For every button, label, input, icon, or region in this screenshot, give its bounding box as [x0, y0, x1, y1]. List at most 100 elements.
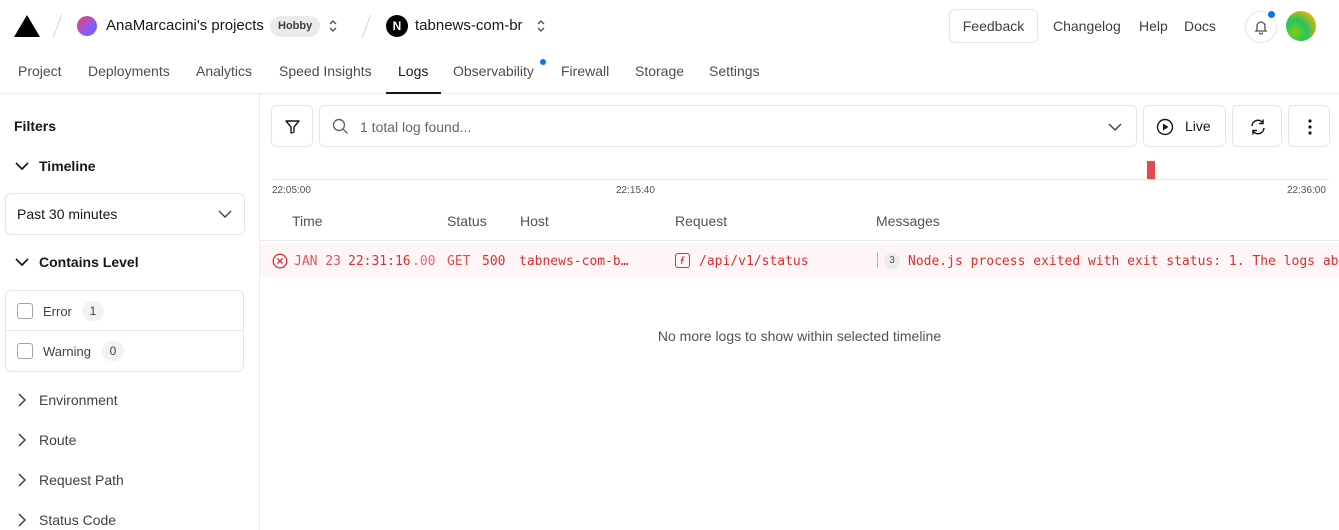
- tab-deployments[interactable]: Deployments: [88, 63, 170, 79]
- table-divider: [260, 240, 1339, 241]
- chevron-right-icon: [18, 393, 27, 407]
- level-count-badge: 0: [102, 341, 124, 361]
- log-search-input[interactable]: 1 total log found...: [319, 105, 1137, 147]
- timeline-select-value: Past 30 minutes: [17, 206, 118, 222]
- log-request-path: /api/v1/status: [699, 254, 809, 269]
- play-circle-icon: [1156, 118, 1174, 136]
- team-name[interactable]: AnaMarcacini's projects: [106, 17, 264, 34]
- more-options-button[interactable]: [1288, 105, 1330, 147]
- breadcrumb-separator: [361, 14, 372, 38]
- tab-storage[interactable]: Storage: [635, 63, 684, 79]
- feedback-button[interactable]: Feedback: [949, 9, 1038, 43]
- timeline-tick: 22:15:40: [616, 185, 655, 196]
- timeline-section-toggle[interactable]: Timeline: [14, 158, 96, 174]
- level-row-warning[interactable]: Warning 0: [6, 331, 243, 371]
- chevron-down-icon: [15, 162, 29, 171]
- request-path-section-toggle[interactable]: Request Path: [14, 472, 124, 488]
- project-name[interactable]: tabnews-com-br: [415, 17, 523, 34]
- section-label: Status Code: [39, 512, 117, 528]
- section-label: Route: [39, 432, 77, 448]
- filters-sidebar: Filters Timeline Past 30 minutes Contain…: [0, 94, 260, 530]
- log-date: JAN 23: [294, 254, 341, 269]
- refresh-button[interactable]: [1232, 105, 1282, 147]
- column-time: Time: [292, 213, 323, 229]
- timeline-log-bar[interactable]: [1147, 161, 1155, 179]
- column-host: Host: [520, 213, 549, 229]
- chevron-right-icon: [18, 473, 27, 487]
- log-method: GET: [447, 254, 471, 269]
- column-request: Request: [675, 213, 728, 229]
- filter-toggle-button[interactable]: [271, 105, 313, 147]
- status-code-section-toggle[interactable]: Status Code: [14, 512, 116, 528]
- level-row-error[interactable]: Error 1: [6, 291, 243, 331]
- level-count-badge: 1: [82, 301, 104, 321]
- message-count-badge: 3: [884, 253, 900, 269]
- project-switcher-chevron-icon[interactable]: [534, 19, 548, 33]
- chevron-down-icon[interactable]: [1108, 120, 1122, 134]
- section-label: Environment: [39, 392, 118, 408]
- tab-settings[interactable]: Settings: [709, 63, 760, 79]
- chevron-down-icon: [15, 258, 29, 267]
- top-bar: AnaMarcacini's projects Hobby N tabnews-…: [0, 0, 1339, 52]
- no-more-logs-message: No more logs to show within selected tim…: [657, 328, 942, 344]
- log-message: Node.js process exited with exit status:…: [908, 254, 1339, 269]
- team-avatar[interactable]: [77, 16, 97, 36]
- vercel-logo-icon[interactable]: [14, 15, 40, 37]
- function-icon: [675, 253, 690, 268]
- tab-speed-insights[interactable]: Speed Insights: [279, 63, 372, 79]
- section-label: Request Path: [39, 472, 124, 488]
- plan-badge: Hobby: [270, 16, 321, 37]
- refresh-icon: [1251, 119, 1265, 135]
- live-button[interactable]: Live: [1143, 105, 1226, 147]
- contains-level-label: Contains Level: [39, 254, 139, 270]
- warning-checkbox[interactable]: [17, 343, 33, 359]
- breadcrumb-separator: [52, 14, 63, 38]
- log-host: tabnews-com-b…: [519, 254, 629, 269]
- error-checkbox[interactable]: [17, 303, 33, 319]
- tab-firewall[interactable]: Firewall: [561, 63, 609, 79]
- tab-observability[interactable]: Observability: [453, 63, 534, 79]
- chevron-down-icon: [218, 210, 232, 218]
- level-label: Warning: [43, 344, 91, 359]
- level-filter-list: Error 1 Warning 0: [5, 290, 244, 372]
- log-time: 22:31:16: [348, 254, 411, 269]
- team-switcher-chevron-icon[interactable]: [326, 19, 340, 33]
- route-section-toggle[interactable]: Route: [14, 432, 76, 448]
- log-row[interactable]: JAN 23 22:31:16 .00 GET 500 tabnews-com-…: [260, 243, 1339, 277]
- timeline-tick: 22:36:00: [1287, 185, 1326, 196]
- message-divider: [877, 252, 878, 268]
- notification-dot: [1267, 10, 1276, 19]
- chevron-right-icon: [18, 513, 27, 527]
- changelog-link[interactable]: Changelog: [1053, 18, 1121, 34]
- observability-new-dot: [540, 59, 546, 65]
- contains-level-section-toggle[interactable]: Contains Level: [14, 254, 139, 270]
- level-label: Error: [43, 304, 72, 319]
- function-glyph-icon: [680, 256, 685, 265]
- log-status-code: 500: [482, 254, 506, 269]
- search-icon: [332, 118, 348, 134]
- live-label: Live: [1185, 118, 1211, 134]
- tab-project[interactable]: Project: [18, 63, 62, 79]
- timeline-tick: 22:05:00: [272, 185, 311, 196]
- filter-icon: [285, 120, 300, 134]
- search-placeholder: 1 total log found...: [360, 119, 472, 135]
- logs-panel: 1 total log found... Live 22:05:00 22:15…: [260, 94, 1339, 530]
- project-tabs: Project Deployments Analytics Speed Insi…: [0, 52, 1339, 94]
- error-circle-icon: [272, 253, 288, 269]
- tab-analytics[interactable]: Analytics: [196, 63, 252, 79]
- timeline-axis: [272, 179, 1329, 180]
- log-time-ms: .00: [412, 254, 436, 269]
- timeline-select[interactable]: Past 30 minutes: [5, 193, 245, 235]
- docs-link[interactable]: Docs: [1184, 18, 1216, 34]
- chevron-right-icon: [18, 433, 27, 447]
- filters-title: Filters: [14, 118, 57, 134]
- more-vertical-icon: [1308, 119, 1312, 135]
- help-link[interactable]: Help: [1139, 18, 1168, 34]
- column-status: Status: [447, 213, 487, 229]
- project-icon: N: [386, 15, 408, 37]
- column-messages: Messages: [876, 213, 940, 229]
- user-avatar[interactable]: [1286, 11, 1316, 41]
- timeline-label: Timeline: [39, 158, 96, 174]
- environment-section-toggle[interactable]: Environment: [14, 392, 118, 408]
- tab-logs[interactable]: Logs: [398, 63, 428, 79]
